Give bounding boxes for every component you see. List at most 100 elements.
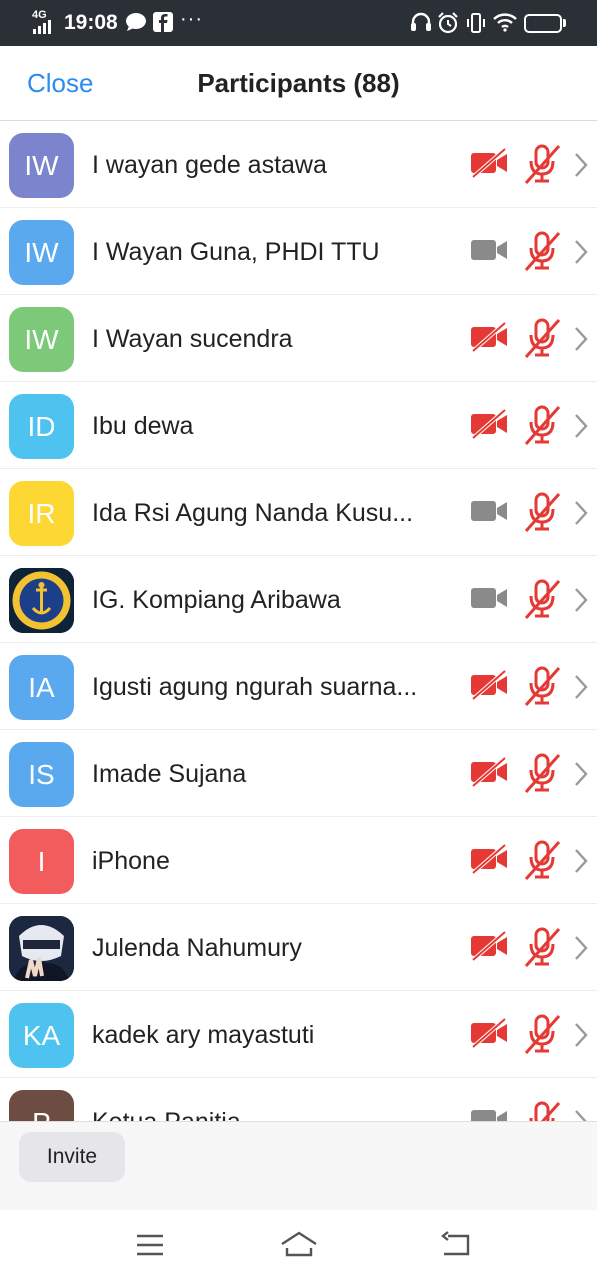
mic-muted-icon[interactable] xyxy=(523,231,561,271)
chevron-right-icon[interactable] xyxy=(573,152,589,178)
participant-row[interactable]: ID Ibu dewa xyxy=(0,382,597,469)
chevron-right-icon[interactable] xyxy=(573,500,589,526)
mic-muted-icon[interactable] xyxy=(523,144,561,184)
participant-name: Ida Rsi Agung Nanda Kusu... xyxy=(92,499,414,527)
avatar: IW xyxy=(9,307,74,372)
vibrate-icon xyxy=(467,13,485,33)
avatar-initials: I xyxy=(37,846,46,877)
avatar: IR xyxy=(9,481,74,546)
avatar: KA xyxy=(9,1003,74,1068)
avatar: IS xyxy=(9,742,74,807)
chevron-right-icon[interactable] xyxy=(573,413,589,439)
invite-button[interactable]: Invite xyxy=(19,1132,125,1182)
video-on-icon[interactable] xyxy=(470,496,508,526)
avatar-initials: KA xyxy=(22,1020,61,1051)
participant-name: IG. Kompiang Aribawa xyxy=(92,586,341,614)
video-off-icon[interactable] xyxy=(470,844,508,874)
avatar xyxy=(9,568,74,633)
participant-name: Igusti agung ngurah suarna... xyxy=(92,673,418,701)
mic-muted-icon[interactable] xyxy=(523,492,561,532)
video-on-icon[interactable] xyxy=(470,1105,508,1121)
participant-name: Ketua Panitia xyxy=(92,1107,437,1121)
wifi-icon xyxy=(493,13,517,32)
participant-row[interactable]: IS Imade Sujana xyxy=(0,730,597,817)
mic-muted-icon[interactable] xyxy=(523,1101,561,1121)
participant-row[interactable]: KA kadek ary mayastuti xyxy=(0,991,597,1078)
video-on-icon[interactable] xyxy=(470,583,508,613)
participant-row[interactable]: Julenda Nahumury xyxy=(0,904,597,991)
participant-row[interactable]: IG. Kompiang Aribawa xyxy=(0,556,597,643)
anime-avatar-image xyxy=(9,916,74,981)
participant-row[interactable]: IW I wayan gede astawa xyxy=(0,121,597,208)
mic-muted-icon[interactable] xyxy=(523,579,561,619)
chevron-right-icon[interactable] xyxy=(573,326,589,352)
avatar-initials: ID xyxy=(27,411,56,442)
participant-name: Julenda Nahumury xyxy=(92,934,302,962)
video-off-icon[interactable] xyxy=(470,322,508,352)
system-nav-bar xyxy=(0,1210,597,1280)
menu-icon[interactable] xyxy=(135,1230,165,1260)
participant-name: Imade Sujana xyxy=(92,760,247,788)
video-off-icon[interactable] xyxy=(470,1018,508,1048)
avatar: I xyxy=(9,829,74,894)
mic-muted-icon[interactable] xyxy=(523,405,561,445)
chevron-right-icon[interactable] xyxy=(573,587,589,613)
avatar: P xyxy=(9,1090,74,1121)
avatar xyxy=(9,916,74,981)
participant-name: Ibu dewa xyxy=(92,412,194,440)
headset-icon xyxy=(411,12,431,31)
status-bar: 4G 19:08 ··· 67 xyxy=(0,0,597,46)
clock: 19:08 xyxy=(64,11,118,34)
battery-nub xyxy=(563,19,566,27)
mic-muted-icon[interactable] xyxy=(523,666,561,706)
video-off-icon[interactable] xyxy=(470,757,508,787)
mic-muted-icon[interactable] xyxy=(523,753,561,793)
participant-row[interactable]: IiPhone xyxy=(0,817,597,904)
avatar-initials: IW xyxy=(24,324,59,355)
chevron-right-icon[interactable] xyxy=(573,761,589,787)
video-off-icon[interactable] xyxy=(470,148,508,178)
mic-muted-icon[interactable] xyxy=(523,840,561,880)
chevron-right-icon[interactable] xyxy=(573,848,589,874)
message-icon xyxy=(126,13,146,31)
chevron-right-icon[interactable] xyxy=(573,674,589,700)
avatar: ID xyxy=(9,394,74,459)
chevron-right-icon[interactable] xyxy=(573,1109,589,1121)
video-on-icon[interactable] xyxy=(470,235,508,265)
emblem-avatar-image xyxy=(9,568,74,633)
participant-name: I Wayan Guna, PHDI TTU xyxy=(92,238,380,266)
back-icon[interactable] xyxy=(440,1230,472,1260)
participant-list[interactable]: IW I wayan gede astawa IW I Wayan Guna, PHD… xyxy=(0,121,597,1121)
close-button[interactable]: Close xyxy=(27,68,93,98)
mic-muted-icon[interactable] xyxy=(523,1014,561,1054)
chevron-right-icon[interactable] xyxy=(573,935,589,961)
alarm-icon xyxy=(438,12,458,34)
participant-row[interactable]: IR Ida Rsi Agung Nanda Kusu... xyxy=(0,469,597,556)
mic-muted-icon[interactable] xyxy=(523,927,561,967)
participants-header: Participants (88) Close xyxy=(0,46,597,121)
signal-icon xyxy=(33,20,51,34)
chevron-right-icon[interactable] xyxy=(573,239,589,265)
mic-muted-icon[interactable] xyxy=(523,318,561,358)
participant-name: I Wayan sucendra xyxy=(92,325,293,353)
chevron-right-icon[interactable] xyxy=(573,1022,589,1048)
more-dots-icon: ··· xyxy=(180,8,203,30)
participant-row[interactable]: IA Igusti agung ngurah suarna... xyxy=(0,643,597,730)
video-off-icon[interactable] xyxy=(470,409,508,439)
avatar-initials: IR xyxy=(27,498,56,529)
participant-name: kadek ary mayastuti xyxy=(92,1021,315,1049)
home-icon[interactable] xyxy=(279,1230,319,1260)
bottom-action-bar: Invite xyxy=(0,1121,597,1210)
battery-icon: 67 xyxy=(524,14,562,33)
participant-name: I wayan gede astawa xyxy=(92,151,327,179)
facebook-icon xyxy=(153,12,173,32)
participant-row[interactable]: IW I Wayan sucendra xyxy=(0,295,597,382)
video-off-icon[interactable] xyxy=(470,931,508,961)
avatar: IA xyxy=(9,655,74,720)
participant-name: iPhone xyxy=(92,847,170,875)
participant-row[interactable]: IW I Wayan Guna, PHDI TTU xyxy=(0,208,597,295)
avatar-initials: P xyxy=(32,1107,51,1121)
video-off-icon[interactable] xyxy=(470,670,508,700)
participant-row[interactable]: P Ketua Panitia xyxy=(0,1078,597,1121)
avatar-initials: IW xyxy=(24,150,59,181)
